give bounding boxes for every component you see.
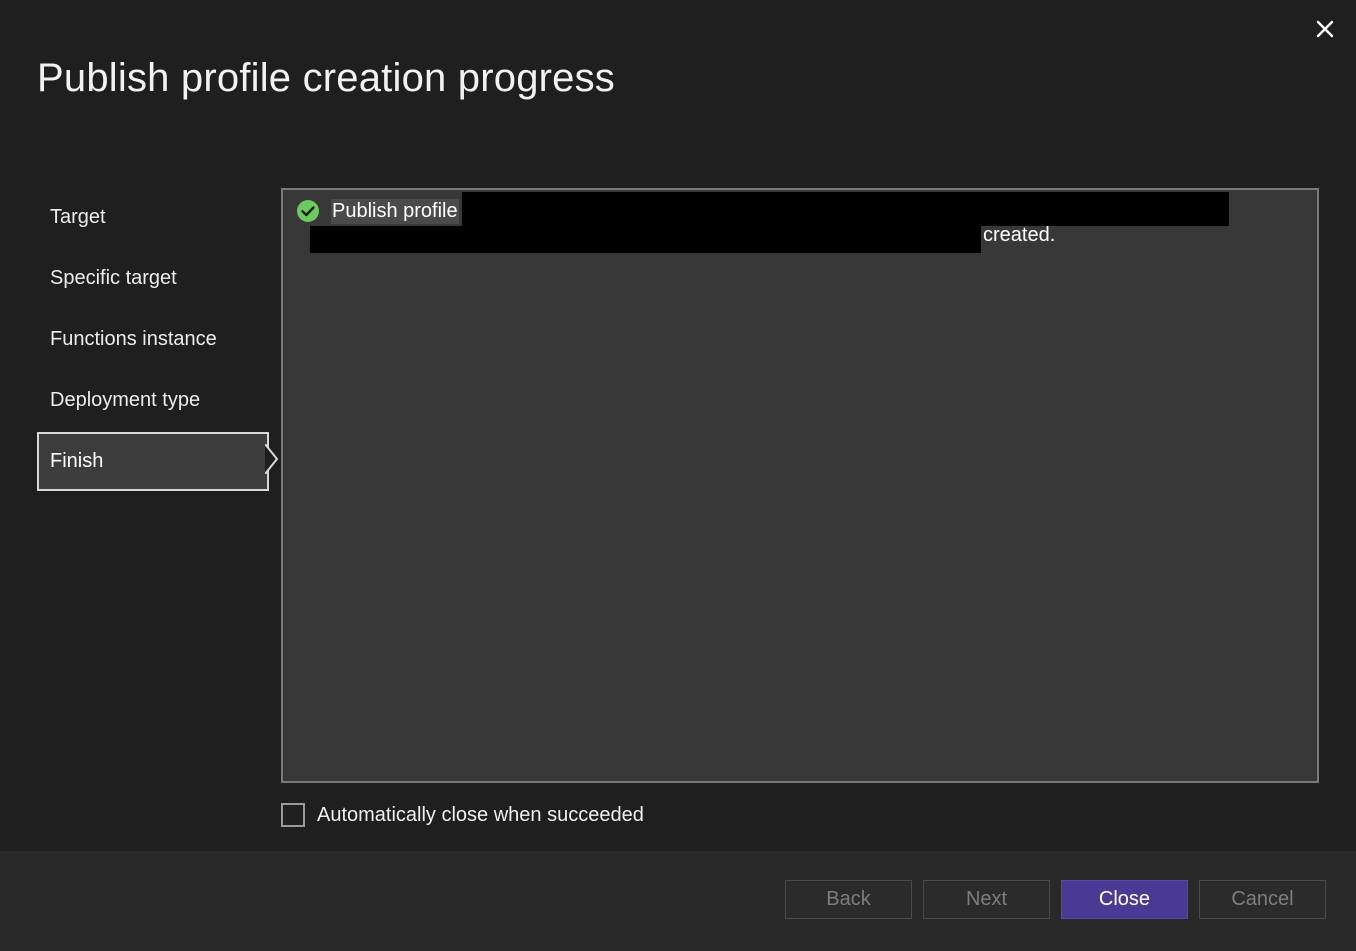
step-label: Target <box>50 206 106 228</box>
close-icon[interactable] <box>1310 14 1340 44</box>
status-message-start: Publish profile <box>331 198 459 224</box>
redacted-region <box>462 192 1229 226</box>
cancel-button[interactable]: Cancel <box>1199 880 1326 919</box>
auto-close-label: Automatically close when succeeded <box>317 803 644 826</box>
next-button[interactable]: Next <box>923 880 1050 919</box>
step-label: Specific target <box>50 267 177 289</box>
back-button[interactable]: Back <box>785 880 912 919</box>
step-finish[interactable]: Finish <box>37 432 279 491</box>
wizard-steps: Target Specific target Functions instanc… <box>37 188 279 493</box>
step-functions-instance[interactable]: Functions instance <box>37 310 269 369</box>
status-line: Publish profile <box>296 196 459 226</box>
step-deployment-type[interactable]: Deployment type <box>37 371 269 430</box>
progress-output-panel: Publish profile created. <box>281 188 1319 783</box>
step-label: Functions instance <box>50 328 217 350</box>
close-button[interactable]: Close <box>1061 880 1188 919</box>
auto-close-option[interactable]: Automatically close when succeeded <box>281 803 644 827</box>
step-specific-target[interactable]: Specific target <box>37 249 269 308</box>
redacted-region <box>310 226 981 253</box>
status-message-end: created. <box>983 224 1056 246</box>
active-step-pointer-icon <box>264 442 279 480</box>
step-label: Deployment type <box>50 389 201 411</box>
dialog-title: Publish profile creation progress <box>37 56 616 100</box>
step-label: Finish <box>50 450 104 472</box>
dialog-footer: Back Next Close Cancel <box>0 851 1356 951</box>
auto-close-checkbox[interactable] <box>281 803 305 827</box>
step-target[interactable]: Target <box>37 188 269 247</box>
publish-profile-dialog: Publish profile creation progress Target… <box>0 0 1356 951</box>
success-check-icon <box>296 199 320 223</box>
